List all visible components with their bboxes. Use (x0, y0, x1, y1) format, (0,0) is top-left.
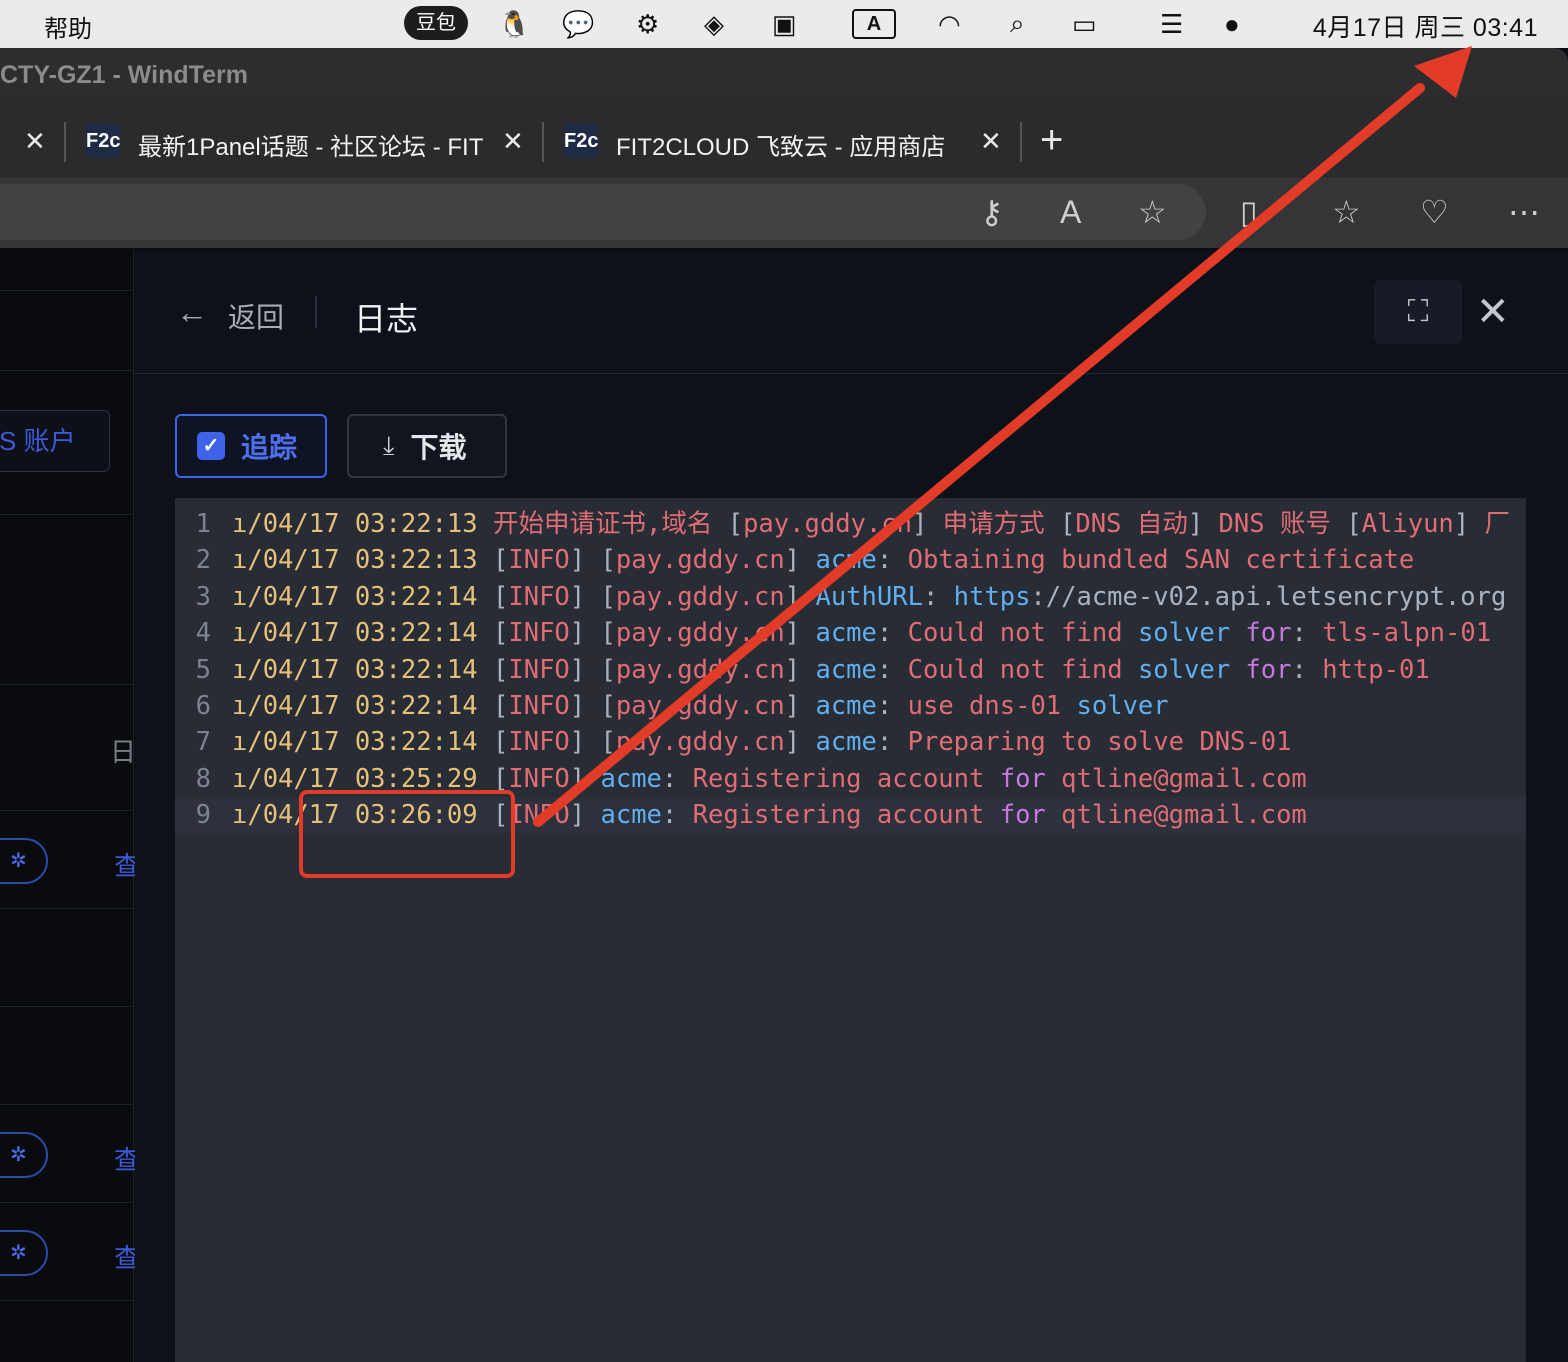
display-icon[interactable]: ▣ (772, 6, 797, 42)
log-line: 3 ı/04/17 03:22:14 [INFO] [pay.gddy.cn] A… (175, 579, 1526, 615)
line-number: 3 (195, 581, 211, 612)
trace-toggle[interactable]: ✓ 追踪 (175, 414, 327, 478)
tab-separator (64, 122, 66, 162)
tab-close-icon[interactable]: ✕ (502, 126, 524, 157)
divider (0, 810, 134, 811)
divider (0, 514, 134, 515)
log-text: ı/04/17 03:22:14 [INFO] [pay.gddy.cn] ac… (232, 727, 1292, 758)
tab-close-icon[interactable]: ✕ (24, 126, 46, 157)
divider (0, 370, 134, 371)
tab-favicon: F2c (564, 124, 598, 158)
log-text: ı/04/17 03:22:14 [INFO] [pay.gddy.cn] ac… (232, 691, 1169, 721)
layers-icon[interactable]: ◈ (704, 6, 724, 42)
fullscreen-icon: ⛶ (1407, 295, 1429, 328)
tab-separator (1020, 122, 1022, 162)
download-button[interactable]: ⤓ 下载 (347, 414, 507, 478)
line-number: 1 (195, 509, 211, 539)
log-line: 1 ı/04/17 03:22:13 开始申请证书,域名 [pay.gddy.cn… (175, 506, 1526, 542)
tab-title[interactable]: FIT2CLOUD 飞致云 - 应用商店 (616, 127, 966, 162)
annotation-highlight-box (299, 790, 515, 878)
line-number: 7 (195, 727, 211, 758)
window-title-bar: CTY-GZ1 - WindTerm (0, 48, 1568, 100)
log-line: 2 ı/04/17 03:22:13 [INFO] [pay.gddy.cn] a… (175, 542, 1526, 578)
log-text: ı/04/17 03:22:13 开始申请证书,域名 [pay.gddy.cn]… (232, 509, 1511, 539)
split-screen-icon[interactable]: ▯ (1240, 192, 1258, 232)
drawer-title: 日志 (354, 301, 419, 337)
line-number: 4 (195, 618, 211, 649)
log-viewer[interactable]: 1 ı/04/17 03:22:13 开始申请证书,域名 [pay.gddy.cn… (175, 498, 1526, 1362)
download-icon: ⤓ (383, 430, 395, 460)
download-label: 下载 (410, 432, 467, 463)
wifi-icon[interactable]: ◠ (938, 6, 961, 42)
divider (0, 1202, 134, 1203)
divider (0, 1006, 134, 1007)
loading-status-badge: ✲ (0, 1230, 48, 1276)
wechat-icon[interactable]: 💬 (562, 6, 594, 42)
line-number: 8 (195, 763, 211, 794)
dns-account-button[interactable]: S 账户 (0, 410, 110, 472)
menu-clock[interactable]: 4月17日 周三 03:41 (1313, 8, 1538, 44)
tab-favicon: F2c (86, 124, 120, 158)
menu-help[interactable]: 帮助 (44, 9, 92, 44)
favorites-icon[interactable]: ☆ (1332, 192, 1361, 232)
log-text: ı/04/17 03:22:14 [INFO] [pay.gddy.cn] ac… (232, 654, 1430, 685)
header-divider (315, 296, 317, 328)
star-icon[interactable]: ☆ (1138, 192, 1167, 232)
divider (0, 684, 134, 685)
close-icon[interactable]: ✕ (1476, 290, 1510, 334)
line-number: 9 (195, 800, 211, 831)
divider (0, 1300, 134, 1301)
control-center-icon[interactable]: ☰ (1160, 6, 1183, 42)
address-bar[interactable] (0, 184, 1206, 240)
back-button[interactable]: 返回 (228, 296, 284, 336)
log-line: 6 ı/04/17 03:22:14 [INFO] [pay.gddy.cn] a… (175, 688, 1526, 724)
tab-separator (542, 122, 544, 162)
log-line: 5 ı/04/17 03:22:14 [INFO] [pay.gddy.cn] a… (175, 652, 1526, 688)
divider (0, 290, 134, 291)
line-number: 2 (195, 545, 211, 576)
trace-label: 追踪 (241, 432, 298, 463)
tab-close-icon[interactable]: ✕ (980, 126, 1002, 157)
tab-title[interactable]: 最新1Panel话题 - 社区论坛 - FIT (138, 127, 488, 162)
log-text: ı/04/17 03:22:13 [INFO] [pay.gddy.cn] ac… (232, 545, 1415, 576)
menu-bar: 帮助 豆包 🐧 💬 ⚙ ◈ ▣ A ◠ ⌕ ▭ ☰ ● 4月17日 周三 03:… (0, 0, 1568, 48)
health-icon[interactable]: ♡ (1420, 192, 1449, 232)
log-line: 7 ı/04/17 03:22:14 [INFO] [pay.gddy.cn] a… (175, 724, 1526, 760)
log-text: ı/04/17 03:22:14 [INFO] [pay.gddy.cn] Au… (232, 581, 1507, 612)
input-method-icon[interactable]: A (852, 9, 896, 39)
battery-icon[interactable]: ▭ (1072, 6, 1097, 42)
new-tab-icon[interactable]: + (1040, 118, 1063, 162)
back-arrow-icon[interactable]: ← (176, 294, 208, 331)
search-icon[interactable]: ⌕ (1010, 6, 1025, 42)
line-number: 5 (195, 654, 211, 685)
window-title: CTY-GZ1 - WindTerm (0, 61, 248, 89)
key-icon[interactable]: ⚷ (980, 192, 1003, 232)
more-icon[interactable]: ⋯ (1508, 192, 1540, 232)
read-aloud-icon[interactable]: A (1060, 192, 1081, 232)
qq-icon[interactable]: 🐧 (498, 6, 530, 42)
log-text: ı/04/17 03:22:14 [INFO] [pay.gddy.cn] ac… (232, 618, 1492, 649)
line-number: 6 (195, 691, 211, 721)
fullscreen-button[interactable]: ⛶ (1374, 280, 1462, 344)
divider (0, 908, 134, 909)
log-line: 4 ı/04/17 03:22:14 [INFO] [pay.gddy.cn] a… (175, 615, 1526, 651)
divider (0, 1104, 134, 1105)
sliders-icon[interactable]: ⚙ (636, 6, 659, 42)
column-header: 日 (110, 737, 137, 767)
checkbox-checked-icon[interactable]: ✓ (197, 432, 225, 460)
drawer-header (135, 250, 1568, 374)
loading-status-badge: ✲ (0, 1132, 48, 1178)
siri-icon[interactable]: ● (1224, 6, 1240, 42)
loading-status-badge: ✲ (0, 838, 48, 884)
doubao-icon[interactable]: 豆包 (404, 6, 468, 40)
